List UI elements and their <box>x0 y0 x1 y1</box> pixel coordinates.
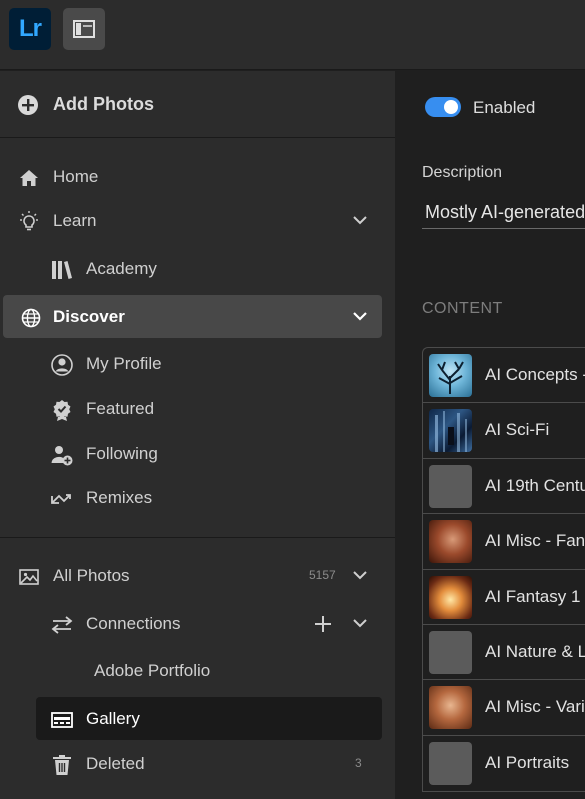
content-row[interactable]: AI 19th Centu <box>423 459 585 515</box>
connections-label: Connections <box>86 614 181 633</box>
chevron-down-icon[interactable] <box>352 569 368 581</box>
collection-thumbnail <box>429 409 472 453</box>
collection-thumbnail <box>429 630 472 674</box>
academy-label: Academy <box>86 259 157 278</box>
library-books-icon <box>52 261 72 279</box>
home-icon <box>20 170 38 186</box>
content-section-label: CONTENT <box>422 300 503 317</box>
toggle-panel-button[interactable] <box>63 8 105 50</box>
chevron-down-icon[interactable] <box>352 310 368 322</box>
collection-name: AI Misc - Fant <box>485 531 585 551</box>
gallery-icon <box>51 712 73 728</box>
remix-icon <box>51 494 71 504</box>
panel-layout-icon <box>73 20 95 38</box>
photo-icon <box>19 569 39 585</box>
collection-thumbnail <box>429 520 472 564</box>
deleted-count: 3 <box>355 756 362 770</box>
collection-name: AI Concepts - <box>485 365 585 384</box>
sidebar-item-following[interactable]: Following <box>0 433 395 475</box>
collection-name: AI Portraits <box>485 752 570 772</box>
toggle-knob <box>444 100 458 114</box>
home-label: Home <box>53 167 99 186</box>
description-field[interactable]: Mostly AI-generated <box>422 199 585 229</box>
connections-arrows-icon <box>51 616 73 634</box>
collection-name: AI Nature & L <box>485 641 585 661</box>
chevron-down-icon[interactable] <box>352 214 368 226</box>
content-row[interactable]: AI Nature & L <box>423 625 585 681</box>
sidebar-item-all-photos[interactable]: All Photos 5157 <box>0 555 395 597</box>
trash-icon <box>53 755 71 775</box>
sidebar-divider <box>0 537 395 538</box>
main-panel: Enabled Description Mostly AI-generated … <box>395 71 585 799</box>
enabled-label: Enabled <box>473 98 536 117</box>
following-label: Following <box>86 444 158 463</box>
sidebar-item-remixes[interactable]: Remixes <box>0 477 395 519</box>
learn-label: Learn <box>53 211 97 230</box>
collection-thumbnail <box>429 464 472 508</box>
adobe-portfolio-label: Adobe Portfolio <box>94 661 211 680</box>
sidebar-item-academy[interactable]: Academy <box>0 248 395 290</box>
collection-name: AI 19th Centu <box>485 475 585 495</box>
all-photos-label: All Photos <box>53 566 130 585</box>
content-row[interactable]: AI Misc - Fant <box>423 514 585 570</box>
collection-thumbnail <box>429 575 472 619</box>
add-photos-button[interactable]: Add Photos <box>0 71 395 138</box>
content-row[interactable]: AI Portraits <box>423 736 585 791</box>
add-photos-label: Add Photos <box>53 94 154 114</box>
globe-icon <box>21 308 41 328</box>
sidebar: Add Photos Home Learn Academy Discover M… <box>0 71 395 799</box>
tree-thumbnail-art <box>437 361 464 394</box>
content-list: AI Concepts - AI Sci-Fi AI 19th Centu AI Mi… <box>422 347 585 793</box>
all-photos-count: 5157 <box>309 568 336 582</box>
collection-name: AI Sci-Fi <box>485 420 550 440</box>
collection-thumbnail <box>429 686 472 730</box>
user-add-icon <box>51 446 73 466</box>
award-badge-icon <box>53 400 71 421</box>
collection-thumbnail <box>429 354 472 397</box>
collection-name: AI Misc - Vari <box>485 697 585 717</box>
content-row[interactable]: AI Fantasy 1 <box>423 570 585 625</box>
content-row[interactable]: AI Misc - Vari <box>423 680 585 736</box>
sidebar-item-featured[interactable]: Featured <box>0 388 395 430</box>
sidebar-item-home[interactable]: Home <box>0 156 395 198</box>
sidebar-item-deleted[interactable]: Deleted 3 <box>0 743 395 785</box>
user-circle-icon <box>51 354 73 376</box>
sidebar-item-gallery[interactable]: Gallery <box>0 698 395 740</box>
description-label: Description <box>422 164 503 181</box>
add-connection-icon[interactable] <box>314 615 332 633</box>
featured-label: Featured <box>86 399 155 418</box>
add-circle-icon <box>18 95 38 115</box>
collection-thumbnail <box>429 741 472 785</box>
lightroom-logo[interactable]: Lr <box>9 8 51 50</box>
content-row[interactable]: AI Concepts - <box>423 348 585 404</box>
lightbulb-icon <box>20 211 38 231</box>
chevron-down-icon[interactable] <box>352 617 368 629</box>
discover-label: Discover <box>53 307 125 326</box>
sidebar-item-adobe-portfolio[interactable]: Adobe Portfolio <box>0 650 395 692</box>
collection-name: AI Fantasy 1 <box>485 586 581 606</box>
my-profile-label: My Profile <box>86 354 162 373</box>
enabled-toggle[interactable] <box>425 97 461 117</box>
scifi-thumbnail-art <box>435 411 467 453</box>
sidebar-item-discover[interactable]: Discover <box>0 296 395 338</box>
top-bar: Lr <box>0 0 585 70</box>
remixes-label: Remixes <box>86 488 153 507</box>
gallery-label: Gallery <box>86 709 140 728</box>
sidebar-item-my-profile[interactable]: My Profile <box>0 343 395 385</box>
sidebar-item-learn[interactable]: Learn <box>0 200 395 242</box>
deleted-label: Deleted <box>86 754 145 773</box>
content-row[interactable]: AI Sci-Fi <box>423 403 585 459</box>
description-value: Mostly AI-generated <box>425 202 585 222</box>
sidebar-item-connections[interactable]: Connections <box>0 603 395 645</box>
